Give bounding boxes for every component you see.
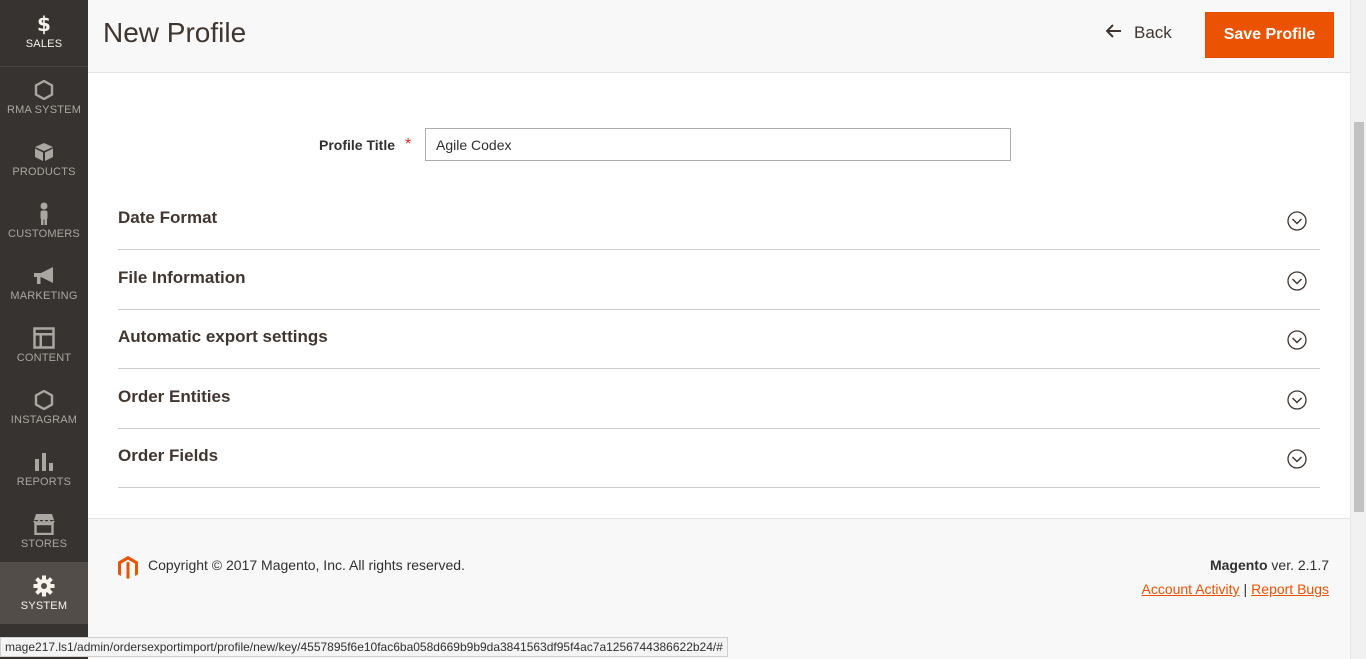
chevron-down-circle-icon[interactable] (1287, 449, 1307, 469)
sidebar-item-system[interactable]: SYSTEM (0, 562, 88, 624)
arrow-left-icon (1105, 22, 1122, 43)
report-bugs-link[interactable]: Report Bugs (1251, 581, 1329, 597)
bar-chart-icon (33, 452, 55, 472)
layout-icon (33, 327, 55, 349)
person-icon (36, 202, 52, 225)
version-text: ver. 2.1.7 (1267, 557, 1329, 573)
magento-logo-icon (117, 555, 139, 586)
profile-title-label: Profile Title (319, 137, 395, 153)
sidebar-item-content[interactable]: CONTENT (0, 314, 88, 376)
section-date-format[interactable]: Date Format (118, 190, 1320, 250)
page-header: New Profile Back Save Profile (88, 0, 1350, 73)
sidebar-item-label: SALES (25, 38, 63, 50)
sidebar-item-products[interactable]: PRODUCTS (0, 128, 88, 190)
chevron-down-circle-icon[interactable] (1287, 330, 1307, 350)
profile-form: Profile Title * Date Format File Informa… (88, 74, 1350, 518)
sidebar-item-label: PRODUCTS (12, 166, 76, 178)
sidebar-item-rma-system[interactable]: RMA SYSTEM (0, 66, 88, 128)
sidebar-item-customers[interactable]: CUSTOMERS (0, 190, 88, 252)
profile-title-input[interactable] (425, 128, 1011, 161)
sidebar-item-reports[interactable]: REPORTS (0, 438, 88, 500)
copyright-text: Copyright © 2017 Magento, Inc. All right… (148, 557, 465, 573)
profile-title-field: Profile Title * (88, 128, 1350, 162)
chevron-down-circle-icon[interactable] (1287, 271, 1307, 291)
section-title: Date Format (118, 208, 218, 227)
section-file-information[interactable]: File Information (118, 250, 1320, 310)
required-marker: * (405, 136, 412, 153)
page-title: New Profile (103, 17, 247, 48)
sidebar-item-label: CONTENT (16, 352, 72, 364)
sidebar-item-label: REPORTS (16, 476, 72, 488)
back-button-label: Back (1134, 22, 1172, 42)
sidebar-item-sales[interactable]: $ SALES (0, 0, 88, 62)
save-profile-button[interactable]: Save Profile (1205, 12, 1334, 58)
sidebar-item-label: STORES (20, 538, 68, 550)
browser-status-url: mage217.ls1/admin/ordersexportimport/pro… (0, 637, 728, 657)
sidebar-item-stores[interactable]: STORES (0, 500, 88, 562)
section-title: Automatic export settings (118, 327, 328, 346)
section-title: Order Fields (118, 446, 219, 465)
sidebar-item-marketing[interactable]: MARKETING (0, 252, 88, 314)
gear-icon (33, 575, 55, 597)
account-activity-link[interactable]: Account Activity (1141, 581, 1239, 597)
cube-icon (34, 142, 54, 162)
chevron-down-circle-icon[interactable] (1287, 211, 1307, 231)
hexagon-icon (34, 80, 54, 100)
sidebar-item-instagram[interactable]: INSTAGRAM (0, 376, 88, 438)
link-separator: | (1243, 581, 1248, 597)
section-title: File Information (118, 268, 246, 287)
dollar-icon: $ (36, 13, 52, 35)
sidebar-item-label: CUSTOMERS (8, 228, 80, 240)
magento-brand: Magento (1209, 557, 1268, 573)
back-button[interactable]: Back (1105, 22, 1172, 43)
sidebar-item-label: SYSTEM (20, 600, 68, 612)
sidebar-item-label: INSTAGRAM (10, 414, 78, 426)
admin-sidebar: $ SALES RMA SYSTEM PRODUCTS CUSTOMERS MA… (0, 0, 88, 659)
version-info: Magento ver. 2.1.7 (1210, 557, 1329, 573)
megaphone-icon (32, 266, 56, 286)
footer-links: Account Activity | Report Bugs (1141, 581, 1329, 597)
section-order-entities[interactable]: Order Entities (118, 369, 1320, 429)
svg-text:$: $ (37, 13, 51, 35)
sidebar-item-label: RMA SYSTEM (6, 104, 82, 116)
app-root: $ SALES RMA SYSTEM PRODUCTS CUSTOMERS MA… (0, 0, 1366, 659)
page-scrollbar[interactable] (1350, 0, 1366, 659)
hexagon-icon (34, 390, 54, 410)
section-order-fields[interactable]: Order Fields (118, 428, 1320, 488)
scrollbar-thumb[interactable] (1354, 122, 1364, 512)
section-automatic-export-settings[interactable]: Automatic export settings (118, 309, 1320, 369)
section-title: Order Entities (118, 387, 231, 406)
sidebar-item-label: MARKETING (10, 290, 78, 302)
chevron-down-circle-icon[interactable] (1287, 390, 1307, 410)
storefront-icon (32, 514, 56, 535)
